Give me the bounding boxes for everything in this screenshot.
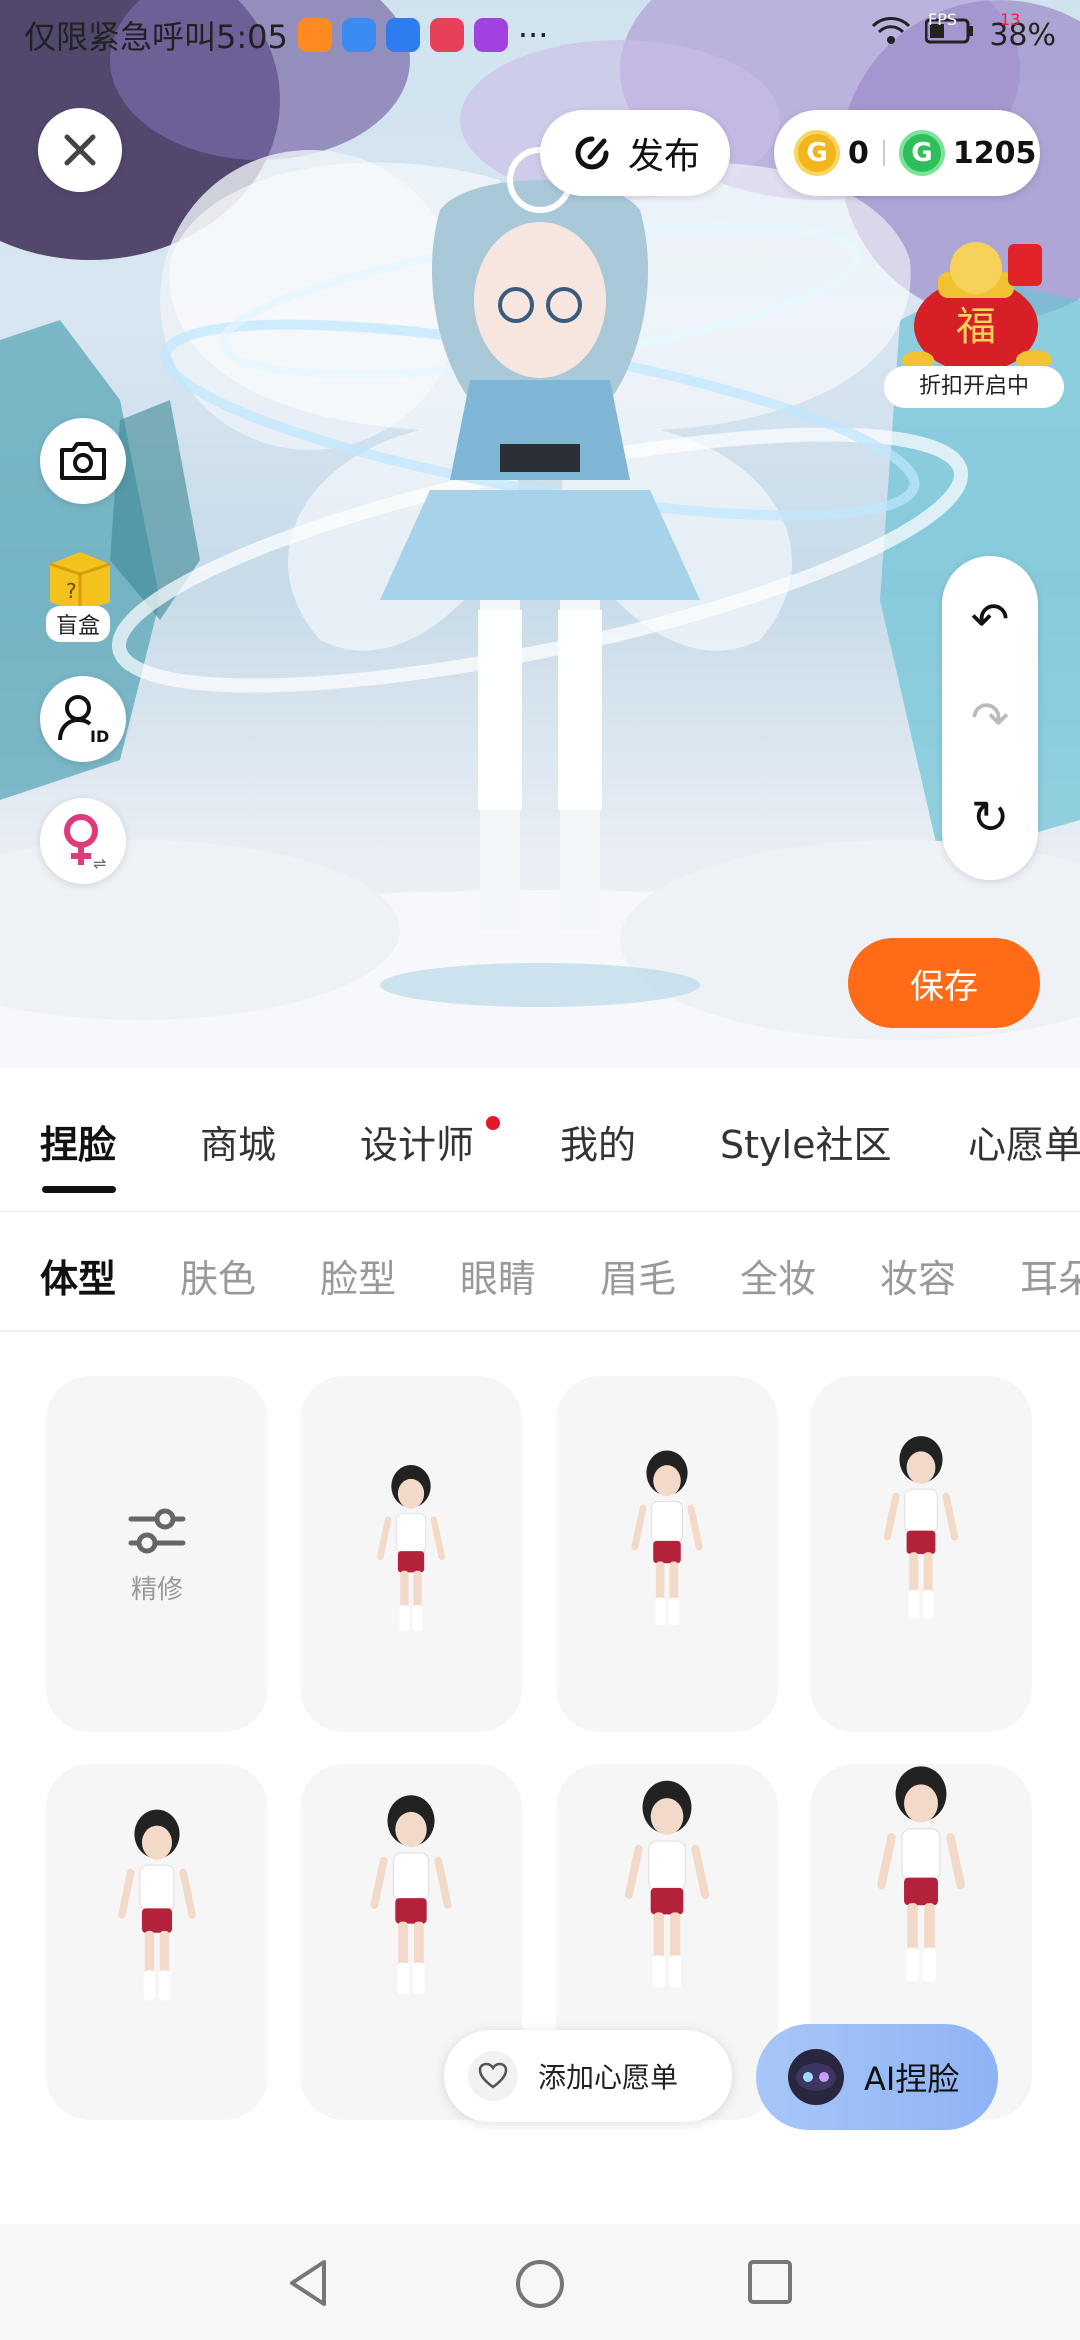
home-icon[interactable] (514, 2258, 566, 2310)
user-id-icon: ID (58, 695, 109, 746)
subtab-full-makeup[interactable]: 全妆 (740, 1248, 816, 1303)
currency-balance[interactable]: G 0 G 1205 (774, 110, 1040, 196)
svg-text:福: 福 (956, 304, 996, 350)
avatar-preview-scene[interactable]: 仅限紧急呼叫5:05 ··· 38% FPS 13 发布 G 0 G 1205 … (0, 0, 1080, 1068)
fps-value: 13 (1000, 10, 1021, 29)
close-button[interactable] (38, 108, 122, 192)
ai-face-label: AI捏脸 (864, 2060, 960, 2098)
camera-button[interactable] (40, 418, 126, 504)
close-icon (64, 134, 96, 166)
svg-text:⇌: ⇌ (93, 854, 106, 871)
subtab-eyebrows[interactable]: 眉毛 (600, 1248, 676, 1303)
refine-card[interactable]: 精修 (46, 1376, 268, 1732)
redo-icon[interactable]: ↷ (971, 695, 1010, 741)
svg-text:ID: ID (90, 727, 109, 746)
body-type-option[interactable] (556, 1376, 778, 1732)
heart-icon (468, 2051, 518, 2101)
body-type-option[interactable] (46, 1764, 268, 2120)
add-to-wishlist-button[interactable]: 添加心愿单 (444, 2030, 732, 2122)
notification-app-icon (385, 18, 420, 52)
body-type-figure (118, 1809, 196, 2001)
status-bar: 仅限紧急呼叫5:05 ··· 38% FPS 13 (0, 0, 1080, 70)
lucky-bag-icon: 福 (902, 242, 1052, 372)
blind-box-button[interactable]: ? 盲盒 (40, 540, 130, 642)
publish-button[interactable]: 发布 (540, 110, 730, 196)
tab-wishlist[interactable]: 心愿单 (968, 1114, 1080, 1169)
tab-face-editor[interactable]: 捏脸 (40, 1114, 116, 1169)
notification-app-icon (429, 18, 464, 52)
main-tab-bar: 捏脸 商城 设计师 我的 Style社区 心愿单 (0, 1068, 1080, 1212)
svg-text:?: ? (66, 579, 77, 603)
blind-box-icon: ? (49, 552, 111, 612)
female-gender-icon: ⇌ (64, 814, 106, 871)
body-type-figure (377, 1464, 445, 1632)
recents-icon[interactable] (746, 2258, 794, 2306)
history-controls: ↶ ↷ ↻ (942, 556, 1038, 880)
active-tab-indicator (42, 1186, 116, 1193)
body-type-option[interactable] (810, 1376, 1032, 1732)
status-text: 仅限紧急呼叫5:05 (24, 18, 288, 56)
discount-promo[interactable]: 福 折扣开启中 (884, 228, 1064, 408)
wishlist-label: 添加心愿单 (538, 2061, 679, 2094)
system-navigation-bar (0, 2224, 1080, 2340)
body-type-option[interactable] (300, 1376, 522, 1732)
subtab-body-type[interactable]: 体型 (40, 1248, 116, 1303)
tab-mine[interactable]: 我的 (560, 1114, 636, 1169)
ai-robot-icon (788, 2049, 844, 2105)
reset-icon[interactable]: ↻ (971, 794, 1010, 840)
refine-label: 精修 (130, 1574, 183, 1605)
notification-app-icon (473, 18, 508, 52)
divider (882, 140, 885, 166)
body-type-figure (883, 1436, 959, 1619)
tab-shop[interactable]: 商城 (200, 1114, 276, 1169)
gold-coin-value: 0 (848, 135, 869, 171)
undo-icon[interactable]: ↶ (971, 596, 1010, 642)
subtab-ears[interactable]: 耳朵 (1020, 1248, 1080, 1303)
subtab-skin-tone[interactable]: 肤色 (180, 1248, 256, 1303)
notification-app-icon (297, 18, 332, 52)
save-button[interactable]: 保存 (848, 938, 1040, 1028)
publish-icon (575, 136, 609, 170)
notification-app-icon (341, 18, 376, 52)
back-icon[interactable] (284, 2258, 334, 2308)
tab-designer[interactable]: 设计师 (360, 1114, 474, 1169)
app-screen: 仅限紧急呼叫5:05 ··· 38% FPS 13 发布 G 0 G 1205 … (0, 0, 1080, 2340)
more-notifications-icon: ··· (517, 16, 549, 54)
green-coin-value: 1205 (952, 135, 1037, 171)
promo-label: 折扣开启中 (884, 366, 1064, 408)
body-type-figure (631, 1450, 703, 1626)
camera-icon (60, 442, 106, 480)
subtab-eyes[interactable]: 眼睛 (460, 1248, 536, 1303)
sliders-icon (128, 1508, 186, 1553)
ai-face-button[interactable]: AI捏脸 (756, 2024, 998, 2130)
new-badge (486, 1116, 500, 1130)
gold-coin-icon: G (794, 130, 840, 176)
tab-style-community[interactable]: Style社区 (720, 1114, 891, 1169)
publish-label: 发布 (628, 136, 701, 177)
subtab-face-shape[interactable]: 脸型 (320, 1248, 396, 1303)
category-tab-bar: 体型 肤色 脸型 眼睛 眉毛 全妆 妆容 耳朵 (0, 1212, 1080, 1332)
fps-label: FPS (928, 10, 958, 29)
green-coin-icon: G (898, 130, 945, 176)
avatar-id-button[interactable]: ID (40, 676, 126, 762)
gender-switch-button[interactable]: ⇌ (40, 798, 126, 884)
blind-box-label: 盲盒 (46, 606, 111, 642)
wifi-icon (871, 16, 911, 54)
subtab-makeup[interactable]: 妆容 (880, 1248, 956, 1303)
